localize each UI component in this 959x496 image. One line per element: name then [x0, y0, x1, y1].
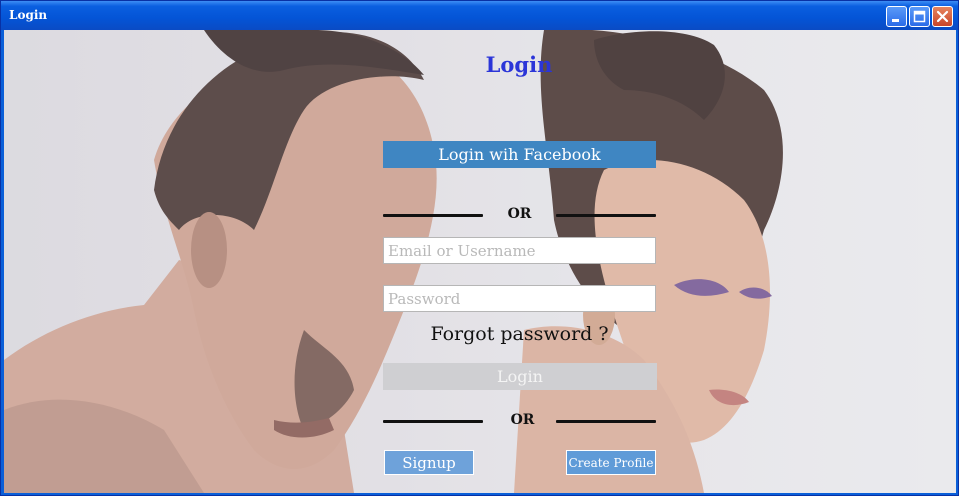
divider-line-left: [383, 214, 483, 217]
title-bar[interactable]: Login: [1, 1, 958, 30]
divider-line-right: [556, 214, 656, 217]
facebook-login-button[interactable]: Login wih Facebook: [383, 141, 656, 168]
maximize-button[interactable]: [909, 6, 930, 27]
email-input[interactable]: [383, 237, 656, 264]
or-label: OR: [510, 412, 535, 428]
signup-button[interactable]: Signup: [384, 450, 474, 475]
login-button[interactable]: Login: [383, 363, 657, 390]
or-divider-bottom: OR: [383, 411, 656, 431]
page-title: Login: [485, 52, 553, 77]
login-panel: Login Login wih Facebook OR Forgot passw…: [4, 30, 956, 493]
maximize-icon: [913, 10, 926, 23]
window-title: Login: [9, 8, 48, 22]
divider-line-left: [383, 420, 483, 423]
divider-line-right: [556, 420, 656, 423]
close-icon: [936, 10, 949, 23]
close-button[interactable]: [932, 6, 953, 27]
forgot-password-link[interactable]: Forgot password ?: [383, 323, 656, 345]
login-window: Login Login Login wih Facebook OR Email …: [0, 0, 959, 496]
minimize-button[interactable]: [886, 6, 907, 27]
or-divider-top: OR: [383, 205, 656, 225]
create-profile-button[interactable]: Create Profile: [566, 450, 656, 475]
or-label: OR: [507, 206, 532, 222]
minimize-icon: [890, 10, 903, 23]
password-input[interactable]: [383, 285, 656, 312]
